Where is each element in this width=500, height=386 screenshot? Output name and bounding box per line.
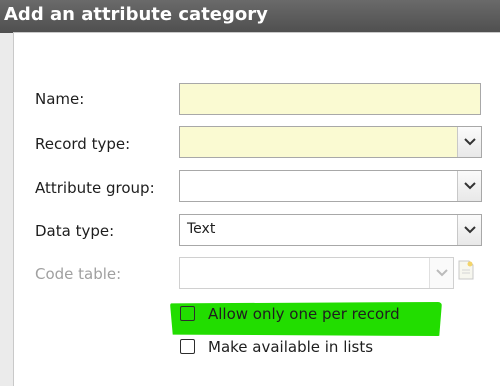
chevron-down-icon [464,182,476,190]
attribute-group-select[interactable] [179,170,482,202]
make-available-in-lists-checkbox[interactable] [180,339,195,354]
code-table-label: Code table: [35,265,122,283]
code-table-select [179,257,454,289]
attribute-group-label: Attribute group: [35,179,155,197]
data-type-select[interactable]: Text [179,214,482,246]
record-type-select[interactable] [179,126,482,158]
make-available-in-lists-label[interactable]: Make available in lists [208,337,373,357]
data-type-value: Text [187,221,216,237]
allow-one-per-record-checkbox[interactable] [180,306,195,321]
chevron-down-icon [464,138,476,146]
code-table-dropdown-button [429,258,453,288]
record-type-label: Record type: [35,135,131,153]
edit-code-table-icon [458,260,474,280]
attribute-group-dropdown-button[interactable] [457,171,481,201]
name-input[interactable] [179,83,481,115]
dialog-title-bar: Add an attribute category [0,0,500,33]
data-type-dropdown-button[interactable] [457,215,481,245]
chevron-down-icon [464,226,476,234]
record-type-dropdown-button[interactable] [457,127,481,157]
data-type-label: Data type: [35,222,115,240]
dialog-title: Add an attribute category [4,4,268,25]
allow-one-per-record-label[interactable]: Allow only one per record [208,304,400,324]
name-label: Name: [35,90,85,108]
chevron-down-icon [436,269,448,277]
